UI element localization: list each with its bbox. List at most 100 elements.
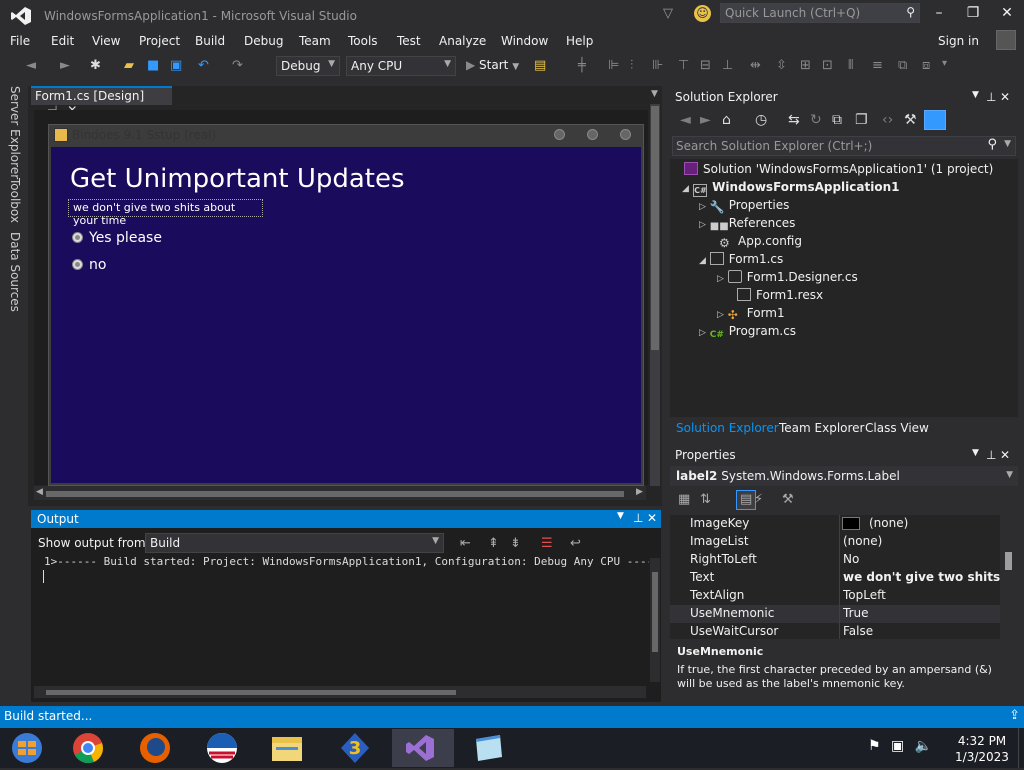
align-centers-icon[interactable]: ⫶ bbox=[630, 58, 633, 73]
properties-window-icon[interactable]: ▤ bbox=[534, 58, 546, 73]
auto-hide-pin-icon[interactable]: ⊥ bbox=[986, 90, 996, 104]
clear-all-icon[interactable]: ☰ bbox=[541, 536, 553, 551]
alphabetical-icon[interactable]: ⇅ bbox=[700, 492, 711, 507]
forward-icon[interactable]: ► bbox=[700, 112, 711, 128]
sign-in-link[interactable]: Sign in bbox=[938, 34, 979, 48]
tree-item-form1-class[interactable]: ▷ ✣ Form1 bbox=[717, 306, 785, 322]
menu-project[interactable]: Project bbox=[139, 34, 180, 48]
make-same-height-icon[interactable]: ⇳ bbox=[776, 58, 787, 73]
property-row[interactable]: Text we don't give two shits about yo bbox=[670, 569, 1001, 587]
make-same-size-icon[interactable]: ⊞ bbox=[800, 58, 811, 73]
align-lefts-icon[interactable]: ⊫ bbox=[608, 58, 619, 73]
open-file-icon[interactable]: ▰ bbox=[124, 58, 134, 73]
find-message-in-code-icon[interactable]: ⇤ bbox=[460, 536, 471, 551]
refresh-icon[interactable]: ↻ bbox=[810, 112, 822, 128]
home-icon[interactable]: ⌂ bbox=[722, 112, 731, 128]
collapsed-arrow-icon[interactable]: ▷ bbox=[699, 328, 706, 338]
tab-toolbox[interactable]: Toolbox bbox=[8, 178, 22, 223]
restore-button[interactable]: ❐ bbox=[962, 5, 984, 21]
toolbar-overflow-icon[interactable]: ▾ bbox=[942, 58, 947, 69]
toggle-word-wrap-icon[interactable]: ↩ bbox=[570, 536, 581, 551]
property-value[interactable]: (none) bbox=[843, 534, 1001, 548]
property-row[interactable]: ImageKey (none) bbox=[670, 515, 1000, 533]
window-position-dropdown-icon[interactable]: ▼ bbox=[972, 448, 979, 458]
forward-icon[interactable]: ► bbox=[60, 58, 70, 73]
vertical-spacing-icon[interactable]: ≡ bbox=[872, 58, 883, 73]
collapsed-arrow-icon[interactable]: ▷ bbox=[699, 220, 706, 230]
solution-configuration-select[interactable]: Debug ▼ bbox=[276, 56, 340, 76]
scroll-left-icon[interactable]: ◀ bbox=[36, 487, 43, 497]
close-output-icon[interactable]: ✕ bbox=[647, 511, 657, 525]
pending-changes-filter-icon[interactable]: ◷ bbox=[755, 112, 767, 128]
view-code-icon[interactable]: ‹› bbox=[882, 112, 893, 128]
network-icon[interactable]: ▣ bbox=[891, 738, 904, 754]
user-avatar-icon[interactable] bbox=[996, 30, 1016, 50]
property-value[interactable]: TopLeft bbox=[843, 588, 1001, 602]
properties-object-select[interactable]: label2 System.Windows.Forms.Label ▼ bbox=[670, 466, 1018, 486]
document-list-dropdown-icon[interactable]: ▼ bbox=[651, 89, 658, 99]
form-client-area[interactable] bbox=[51, 147, 641, 483]
publish-icon[interactable]: ⇪ bbox=[1009, 708, 1020, 723]
tree-item-program-cs[interactable]: ▷ C# Program.cs bbox=[699, 324, 796, 343]
tree-item-form1-resx[interactable]: Form1.resx bbox=[737, 288, 823, 302]
bring-to-front-icon[interactable]: ⧉ bbox=[898, 58, 907, 73]
output-source-select[interactable]: Build ▼ bbox=[145, 533, 444, 553]
horizontal-spacing-icon[interactable]: ⫴ bbox=[848, 58, 853, 73]
align-rights-icon[interactable]: ⊪ bbox=[652, 58, 663, 73]
send-to-back-icon[interactable]: ⧈ bbox=[922, 58, 930, 73]
back-icon[interactable]: ◄ bbox=[680, 112, 691, 128]
menu-analyze[interactable]: Analyze bbox=[439, 34, 486, 48]
menu-build[interactable]: Build bbox=[195, 34, 225, 48]
close-solution-explorer-icon[interactable]: ✕ bbox=[1000, 90, 1010, 104]
preview-selected-items-icon[interactable] bbox=[924, 110, 946, 130]
save-all-icon[interactable]: ▣ bbox=[170, 58, 182, 73]
show-desktop-button[interactable] bbox=[1018, 728, 1024, 768]
property-value[interactable]: we don't give two shits about yo bbox=[843, 570, 1001, 584]
align-tops-icon[interactable]: ⊤ bbox=[678, 58, 689, 73]
tree-item-properties[interactable]: ▷ 🔧 Properties bbox=[699, 198, 789, 214]
size-to-grid-icon[interactable]: ⊡ bbox=[822, 58, 833, 73]
radio-no[interactable] bbox=[72, 259, 83, 270]
sync-with-active-document-icon[interactable]: ⇆ bbox=[788, 112, 800, 128]
property-row-selected[interactable]: UseMnemonic True bbox=[670, 605, 1000, 623]
tree-item-project[interactable]: ◢ C# WindowsFormsApplication1 bbox=[682, 180, 899, 197]
tab-form1-design[interactable]: Form1.cs [Design] ⊣ ✕ bbox=[31, 86, 172, 117]
tab-server-explorer[interactable]: Server Explorer bbox=[8, 86, 22, 179]
property-value[interactable]: No bbox=[843, 552, 1001, 566]
solution-explorer-search-input[interactable]: Search Solution Explorer (Ctrl+;) ⚲ ▼ bbox=[672, 136, 1016, 156]
obama-logo-taskbar-button[interactable] bbox=[194, 729, 256, 767]
tab-data-sources[interactable]: Data Sources bbox=[8, 232, 22, 312]
menu-tools[interactable]: Tools bbox=[348, 34, 378, 48]
window-position-dropdown-icon[interactable]: ▼ bbox=[617, 511, 624, 521]
taskbar-clock[interactable]: 4:32 PM 1/3/2023 bbox=[954, 733, 1010, 765]
property-row[interactable]: UseWaitCursor False bbox=[670, 623, 1000, 641]
property-row[interactable]: RightToLeft No bbox=[670, 551, 1000, 569]
menu-window[interactable]: Window bbox=[501, 34, 548, 48]
volume-icon[interactable]: 🔈 bbox=[915, 738, 932, 754]
categorized-icon[interactable]: ▦ bbox=[678, 492, 690, 507]
start-debugging-button[interactable]: ▶ Start ▼ bbox=[466, 58, 519, 72]
designer-vertical-scroll-thumb[interactable] bbox=[651, 106, 659, 350]
auto-hide-pin-icon[interactable]: ⊥ bbox=[986, 448, 996, 462]
quick-launch-input[interactable]: Quick Launch (Ctrl+Q) ⚲ bbox=[720, 3, 920, 23]
tree-item-form1-cs[interactable]: ◢ Form1.cs bbox=[699, 252, 783, 266]
show-all-files-icon[interactable]: ❐ bbox=[855, 112, 868, 128]
form-heading-label[interactable]: Get Unimportant Updates bbox=[70, 164, 405, 194]
menu-view[interactable]: View bbox=[92, 34, 120, 48]
tree-item-app-config[interactable]: ⚙ App.config bbox=[719, 234, 802, 250]
back-icon[interactable]: ◄ bbox=[26, 58, 36, 73]
close-button[interactable]: ✕ bbox=[996, 5, 1018, 21]
visual-studio-taskbar-button[interactable] bbox=[392, 729, 454, 767]
label2-selected[interactable]: we don't give two shits about your time bbox=[68, 199, 263, 227]
minimize-button[interactable]: – bbox=[928, 5, 950, 21]
radio-yes-label[interactable]: Yes please bbox=[89, 230, 162, 246]
start-button[interactable] bbox=[0, 729, 62, 767]
menu-file[interactable]: File bbox=[10, 34, 30, 48]
next-message-icon[interactable]: ⇟ bbox=[510, 536, 521, 551]
action-center-flag-icon[interactable]: ⚑ bbox=[868, 738, 881, 754]
firefox-taskbar-button[interactable] bbox=[128, 729, 190, 767]
new-project-icon[interactable]: ✱ bbox=[90, 58, 101, 73]
collapsed-arrow-icon[interactable]: ▷ bbox=[717, 274, 724, 284]
property-value[interactable]: False bbox=[843, 624, 1001, 638]
align-to-grid-icon[interactable]: ╪ bbox=[578, 58, 586, 73]
